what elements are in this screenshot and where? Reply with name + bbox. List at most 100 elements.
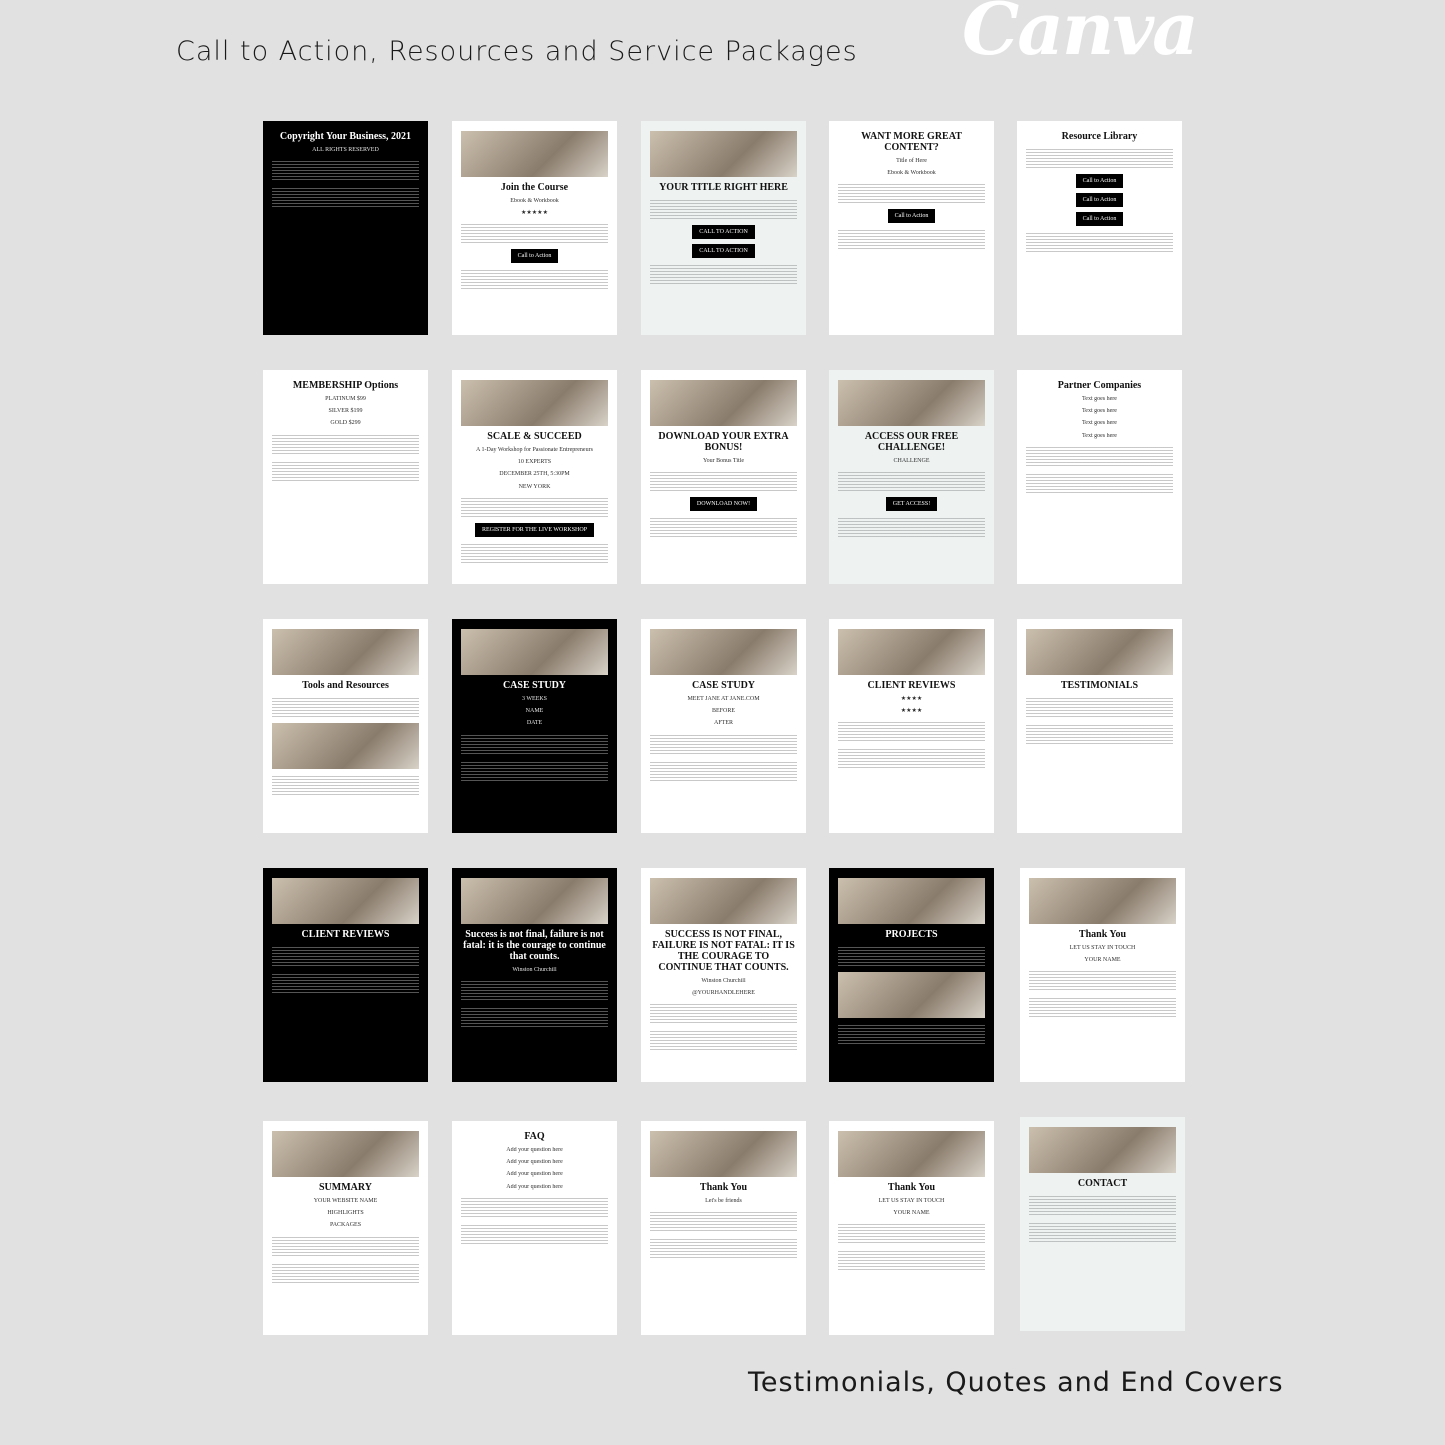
page-photo bbox=[272, 629, 419, 675]
page-heading: WANT MORE GREAT CONTENT? bbox=[861, 131, 962, 153]
template-page-thumbnail[interactable]: Thank You LET US STAY IN TOUCH YOUR NAME bbox=[1020, 868, 1185, 1082]
page-heading: CONTACT bbox=[1077, 1178, 1128, 1189]
page-text: NAME bbox=[525, 708, 544, 715]
template-page-thumbnail[interactable]: SUMMARY YOUR WEBSITE NAME HIGHLIGHTS PACKAG… bbox=[263, 1121, 428, 1335]
template-page-thumbnail[interactable]: CASE STUDY MEET JANE AT JANE.COM BEFORE AFT… bbox=[641, 619, 806, 833]
template-page-thumbnail[interactable]: Thank You LET US STAY IN TOUCH YOUR NAME bbox=[829, 1121, 994, 1335]
template-page-thumbnail[interactable]: CONTACT bbox=[1020, 1117, 1185, 1331]
page-photo bbox=[650, 380, 797, 426]
page-photo bbox=[461, 131, 608, 177]
page-photo bbox=[461, 380, 608, 426]
placeholder-text-block bbox=[272, 945, 419, 967]
placeholder-text-block bbox=[1029, 969, 1176, 992]
page-photo bbox=[838, 629, 985, 675]
placeholder-text-block bbox=[461, 222, 608, 245]
template-page-thumbnail[interactable]: ACCESS OUR FREE CHALLENGE! CHALLENGE GET A… bbox=[829, 370, 994, 584]
placeholder-text-block bbox=[838, 470, 985, 493]
page-heading: Copyright Your Business, 2021 bbox=[279, 131, 412, 142]
page-photo bbox=[838, 380, 985, 426]
page-text: HIGHLIGHTS bbox=[327, 1210, 364, 1217]
page-text: Add your question here bbox=[506, 1183, 563, 1190]
placeholder-text-block bbox=[461, 979, 608, 1002]
page-text: CHALLENGE bbox=[893, 458, 930, 464]
page-heading: CLIENT REVIEWS bbox=[301, 929, 390, 940]
page-heading: Tools and Resources bbox=[302, 680, 389, 691]
page-heading: Partner Companies bbox=[1057, 380, 1142, 391]
page-text: Title of Here bbox=[896, 158, 927, 164]
page-heading: FAQ bbox=[524, 1131, 545, 1142]
page-heading: CASE STUDY bbox=[691, 680, 756, 691]
placeholder-text-block bbox=[1026, 471, 1173, 494]
page-text: ★★★★ bbox=[900, 708, 923, 715]
placeholder-text-block bbox=[461, 732, 608, 755]
page-text: MEET JANE AT JANE.COM bbox=[687, 696, 760, 702]
page-text: Winston Churchill bbox=[512, 967, 557, 973]
page-text: DECEMBER 25TH, 5:30PM bbox=[499, 471, 570, 478]
page-text: 10 EXPERTS bbox=[517, 459, 552, 466]
page-text: Add your question here bbox=[506, 1147, 563, 1153]
page-text: AFTER bbox=[713, 720, 733, 727]
placeholder-text-block bbox=[272, 186, 419, 209]
page-text: LET US STAY IN TOUCH bbox=[878, 1198, 945, 1204]
template-page-thumbnail[interactable]: MEMBERSHIP Options PLATINUM $99 SILVER $19… bbox=[263, 370, 428, 584]
page-text: Text goes here bbox=[1082, 396, 1117, 402]
placeholder-text-block bbox=[1029, 1194, 1176, 1216]
placeholder-text-block bbox=[1026, 444, 1173, 467]
template-page-thumbnail[interactable]: DOWNLOAD YOUR EXTRA BONUS! Your Bonus Tit… bbox=[641, 370, 806, 584]
page-heading: SCALE & SUCCEED bbox=[487, 431, 582, 442]
page-title: Call to Action, Resources and Service Pa… bbox=[176, 36, 858, 67]
cta-button: REGISTER FOR THE LIVE WORKSHOP bbox=[474, 522, 595, 537]
page-text: Winston Churchill bbox=[701, 978, 746, 984]
page-heading: DOWNLOAD YOUR EXTRA BONUS! bbox=[658, 431, 789, 453]
page-text: YOUR NAME bbox=[1084, 957, 1121, 964]
cta-button: Call to Action bbox=[887, 209, 936, 224]
cta-button: CALL TO ACTION bbox=[692, 225, 755, 239]
cta-button: Call to Action bbox=[1075, 193, 1124, 207]
template-page-thumbnail[interactable]: Join the Course Ebook & Workbook ★★★★★ Call… bbox=[452, 121, 617, 335]
placeholder-text-block bbox=[272, 1234, 419, 1257]
page-photo bbox=[838, 972, 985, 1018]
placeholder-text-block bbox=[650, 1002, 797, 1025]
placeholder-text-block bbox=[461, 759, 608, 782]
page-photo bbox=[838, 1131, 985, 1177]
template-page-thumbnail[interactable]: CLIENT REVIEWS ★★★★ ★★★★ bbox=[829, 619, 994, 833]
template-page-thumbnail[interactable]: PROJECTS bbox=[829, 868, 994, 1082]
placeholder-text-block bbox=[650, 1029, 797, 1052]
template-page-thumbnail[interactable]: YOUR TITLE RIGHT HERE CALL TO ACTION CALL … bbox=[641, 121, 806, 335]
page-text: ★★★★★ bbox=[521, 210, 548, 217]
template-page-thumbnail[interactable]: Copyright Your Business, 2021 ALL RIGHTS … bbox=[263, 121, 428, 335]
page-heading: YOUR TITLE RIGHT HERE bbox=[659, 182, 788, 193]
template-page-thumbnail[interactable]: WANT MORE GREAT CONTENT? Title of Here Ebo… bbox=[829, 121, 994, 335]
page-text: Let's be friends bbox=[705, 1198, 742, 1204]
placeholder-text-block bbox=[272, 696, 419, 718]
page-text: PLATINUM $99 bbox=[325, 396, 366, 402]
placeholder-text-block bbox=[1026, 696, 1173, 718]
template-page-thumbnail[interactable]: CASE STUDY 3 WEEKS NAME DATE bbox=[452, 619, 617, 833]
template-page-thumbnail[interactable]: Thank You Let's be friends bbox=[641, 1121, 806, 1335]
page-photo bbox=[1029, 1127, 1176, 1173]
placeholder-text-block bbox=[461, 1006, 608, 1029]
page-heading: Resource Library bbox=[1061, 131, 1138, 142]
template-page-thumbnail[interactable]: Partner Companies Text goes here Text goes… bbox=[1017, 370, 1182, 584]
page-heading: Thank You bbox=[887, 1182, 936, 1193]
page-text: Add your question here bbox=[506, 1171, 563, 1178]
template-page-thumbnail[interactable]: Tools and Resources bbox=[263, 619, 428, 833]
cta-button: Call to Action bbox=[1075, 174, 1124, 188]
page-heading: TESTIMONIALS bbox=[1060, 680, 1139, 691]
placeholder-text-block bbox=[838, 1249, 985, 1272]
page-text: ★★★★ bbox=[900, 696, 923, 702]
template-page-thumbnail[interactable]: SUCCESS IS NOT FINAL, FAILURE IS NOT FAT… bbox=[641, 868, 806, 1082]
cta-button: DOWNLOAD NOW! bbox=[689, 497, 758, 512]
template-page-thumbnail[interactable]: CLIENT REVIEWS bbox=[263, 868, 428, 1082]
page-text: PACKAGES bbox=[329, 1222, 362, 1229]
page-photo bbox=[272, 878, 419, 924]
template-page-thumbnail[interactable]: SCALE & SUCCEED A 1-Day Workshop for Pass… bbox=[452, 370, 617, 584]
page-heading: Success is not final, failure is not fat… bbox=[463, 929, 606, 962]
template-page-thumbnail[interactable]: Resource Library Call to Action Call to Ac… bbox=[1017, 121, 1182, 335]
template-page-thumbnail[interactable]: Success is not final, failure is not fat… bbox=[452, 868, 617, 1082]
placeholder-text-block bbox=[650, 732, 797, 755]
template-page-thumbnail[interactable]: TESTIMONIALS bbox=[1017, 619, 1182, 833]
placeholder-text-block bbox=[838, 182, 985, 205]
page-text: @YOURHANDLEHERE bbox=[692, 990, 755, 997]
template-page-thumbnail[interactable]: FAQ Add your question here Add your questi… bbox=[452, 1121, 617, 1335]
